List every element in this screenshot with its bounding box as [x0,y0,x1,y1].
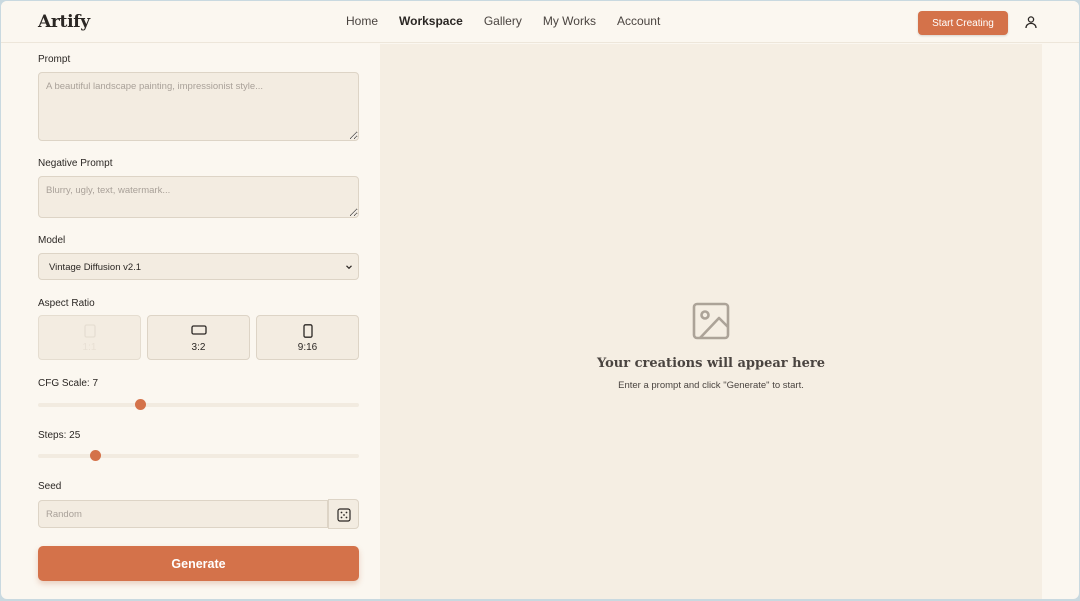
aspect-ratio-9-16[interactable]: 9:16 [256,315,359,360]
cfg-scale-slider-thumb[interactable] [135,399,147,410]
steps-slider[interactable] [38,450,359,461]
nav-workspace[interactable]: Workspace [399,14,463,28]
seed-input[interactable] [38,500,328,528]
aspect-ratio-3-2[interactable]: 3:2 [147,315,250,360]
aspect-ratio-1-1-label: 1:1 [82,342,97,353]
model-selected-value: Vintage Diffusion v2.1 [49,262,142,273]
portrait-ratio-icon [302,324,313,338]
aspect-ratio-3-2-label: 3:2 [191,342,206,353]
prompt-label: Prompt [38,54,71,65]
app-window: Artify Home Workspace Gallery My Works A… [1,1,1079,599]
dice-icon [337,508,351,522]
empty-state-title: Your creations will appear here [596,356,826,371]
aspect-ratio-1-1[interactable]: 1:1 [38,315,141,360]
user-icon[interactable] [1024,15,1038,29]
nav-my-works[interactable]: My Works [543,14,596,28]
settings-panel: Prompt Negative Prompt Model Vintage Dif… [1,44,379,599]
nav-home[interactable]: Home [346,14,378,28]
aspect-ratio-9-16-label: 9:16 [297,342,318,353]
landscape-ratio-icon [190,325,207,335]
negative-prompt-label: Negative Prompt [38,158,113,169]
nav-gallery[interactable]: Gallery [484,14,522,28]
image-icon [692,302,730,340]
square-ratio-icon [83,324,96,338]
top-header: Artify Home Workspace Gallery My Works A… [1,1,1079,43]
negative-prompt-input[interactable] [38,176,359,218]
cfg-scale-label: CFG Scale: 7 [38,378,99,389]
cfg-scale-slider[interactable] [38,399,359,410]
preview-area: Your creations will appear here Enter a … [380,44,1042,599]
steps-label: Steps: 25 [38,430,81,441]
prompt-input[interactable] [38,72,359,141]
steps-slider-thumb[interactable] [90,450,102,461]
seed-label: Seed [38,481,62,492]
model-select[interactable]: Vintage Diffusion v2.1 [38,253,359,280]
random-seed-button[interactable] [328,499,359,529]
aspect-ratio-label: Aspect Ratio [38,298,95,309]
nav-account[interactable]: Account [617,14,660,28]
logo[interactable]: Artify [38,12,90,32]
model-label: Model [38,235,66,246]
start-creating-button[interactable]: Start Creating [918,11,1008,35]
chevron-down-icon [346,265,352,270]
main-nav: Home Workspace Gallery My Works Account [346,14,660,28]
generate-button[interactable]: Generate [38,546,359,581]
empty-state-subtitle: Enter a prompt and click "Generate" to s… [618,380,804,391]
